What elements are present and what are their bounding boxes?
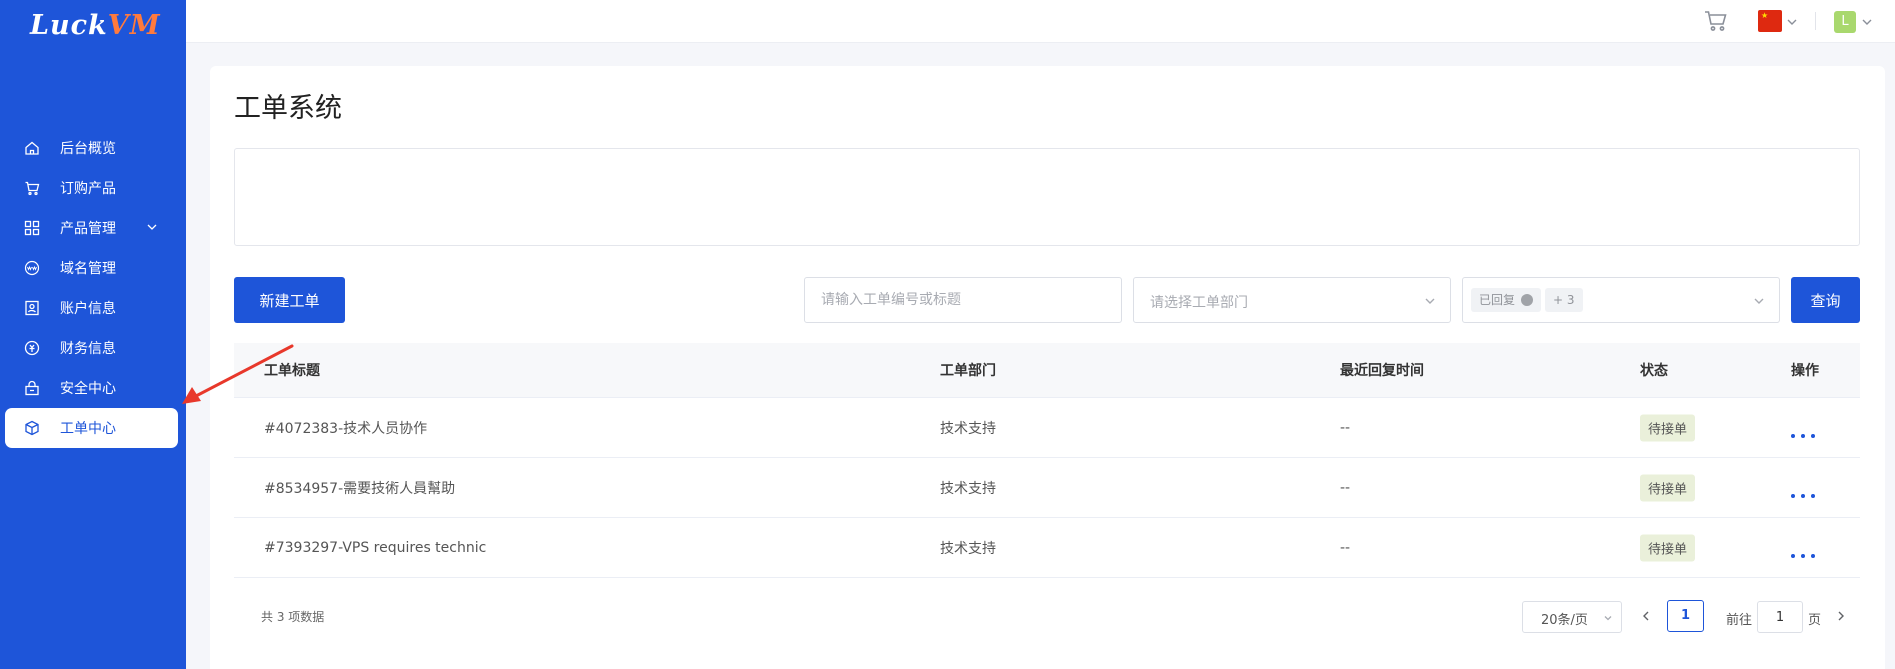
- sidebar-item-dashboard[interactable]: 后台概览: [0, 128, 186, 168]
- sidebar-item-label: 账户信息: [60, 301, 116, 317]
- column-header: 工单部门: [940, 363, 996, 379]
- table-row[interactable]: #7393297-VPS requires technic 技术支持 -- 待接…: [234, 518, 1860, 578]
- sidebar-item-tickets[interactable]: 工单中心: [5, 408, 178, 448]
- home-icon: [24, 140, 40, 156]
- cube-icon: [24, 420, 40, 436]
- ticket-title[interactable]: #8534957-需要技術人員幫助: [264, 478, 455, 498]
- page-size-select[interactable]: 20条/页: [1522, 601, 1622, 633]
- avatar[interactable]: L: [1834, 11, 1856, 33]
- sidebar-nav: 后台概览 订购产品 产品管理 域名管理 账户信息 财务信息 安全中心 工单中心: [0, 128, 186, 448]
- logo[interactable]: LuckVM: [30, 10, 161, 41]
- chevron-down-icon[interactable]: [1786, 16, 1798, 28]
- column-header: 最近回复时间: [1340, 363, 1424, 379]
- department-placeholder: 请选择工单部门: [1150, 295, 1248, 311]
- sidebar-item-label: 产品管理: [60, 221, 116, 237]
- ticket-last-reply: --: [1340, 539, 1351, 556]
- sidebar-item-label: 工单中心: [60, 421, 116, 437]
- notice-box: [234, 148, 1860, 246]
- page-number[interactable]: 1: [1667, 600, 1704, 632]
- goto-label: 前往: [1726, 613, 1753, 628]
- tickets-table: 工单标题 工单部门 最近回复时间 状态 操作 #4072383-技术人员协作 技…: [234, 343, 1860, 578]
- more-actions-icon[interactable]: [1791, 431, 1815, 441]
- table-row[interactable]: #8534957-需要技術人員幫助 技术支持 -- 待接单: [234, 458, 1860, 518]
- sidebar-item-domains[interactable]: 域名管理: [0, 248, 186, 288]
- status-badge: 待接单: [1640, 474, 1696, 501]
- sidebar-item-label: 后台概览: [60, 141, 116, 157]
- lock-icon: [24, 380, 40, 396]
- ticket-department: 技术支持: [940, 480, 996, 497]
- chevron-down-icon: [1425, 298, 1435, 304]
- page-size-value: 20条/页: [1541, 613, 1588, 628]
- www-icon: [24, 260, 40, 276]
- chevron-down-icon[interactable]: [1861, 16, 1873, 28]
- goto-page-input[interactable]: [1757, 601, 1803, 633]
- sidebar-item-label: 域名管理: [60, 261, 116, 277]
- sidebar: LuckVM 后台概览 订购产品 产品管理 域名管理 账户信息 财务信息 安全中…: [0, 0, 186, 669]
- ticket-last-reply: --: [1340, 419, 1351, 436]
- close-icon[interactable]: [1521, 294, 1534, 306]
- ticket-title[interactable]: #7393297-VPS requires technic: [264, 540, 486, 556]
- ticket-department: 技术支持: [940, 420, 996, 437]
- sidebar-item-security[interactable]: 安全中心: [0, 368, 186, 408]
- more-actions-icon[interactable]: [1791, 551, 1815, 561]
- sidebar-item-label: 订购产品: [60, 181, 116, 197]
- sidebar-item-label: 安全中心: [60, 381, 116, 397]
- status-badge: 待接单: [1640, 534, 1696, 561]
- ticket-title[interactable]: #4072383-技术人员协作: [264, 418, 427, 438]
- divider: [1815, 12, 1816, 30]
- coin-icon: [24, 340, 40, 356]
- user-card-icon: [24, 300, 40, 316]
- status-select[interactable]: 已回复 + 3: [1462, 277, 1780, 323]
- chevron-down-icon: [1754, 298, 1764, 304]
- more-actions-icon[interactable]: [1791, 491, 1815, 501]
- chevron-right-icon[interactable]: [1835, 609, 1847, 623]
- search-input[interactable]: [804, 277, 1122, 323]
- language-flag-icon[interactable]: ★: [1758, 10, 1782, 32]
- sidebar-item-order[interactable]: 订购产品: [0, 168, 186, 208]
- table-row[interactable]: #4072383-技术人员协作 技术支持 -- 待接单: [234, 398, 1860, 458]
- cart-icon: [24, 180, 40, 196]
- goto-unit: 页: [1808, 613, 1822, 628]
- chevron-down-icon: [147, 224, 157, 230]
- sidebar-item-products[interactable]: 产品管理: [0, 208, 186, 248]
- more-tags-badge: + 3: [1545, 288, 1583, 312]
- total-count: 共 3 项数据: [261, 610, 325, 624]
- ticket-last-reply: --: [1340, 479, 1351, 496]
- department-select[interactable]: 请选择工单部门: [1133, 277, 1451, 323]
- annotation-arrow: [182, 344, 294, 404]
- new-ticket-button[interactable]: 新建工单: [234, 277, 345, 323]
- chevron-left-icon[interactable]: [1640, 609, 1652, 623]
- cart-icon[interactable]: [1704, 10, 1728, 32]
- column-header: 状态: [1640, 363, 1668, 379]
- table-header: 工单标题 工单部门 最近回复时间 状态 操作: [234, 343, 1860, 398]
- chevron-down-icon: [1604, 616, 1612, 621]
- grid-icon: [24, 220, 40, 236]
- column-header: 操作: [1791, 363, 1819, 379]
- status-tag: 已回复: [1471, 288, 1542, 312]
- query-button[interactable]: 查询: [1791, 277, 1860, 323]
- sidebar-item-account[interactable]: 账户信息: [0, 288, 186, 328]
- topbar: [186, 0, 1895, 43]
- sidebar-item-finance[interactable]: 财务信息: [0, 328, 186, 368]
- sidebar-item-label: 财务信息: [60, 341, 116, 357]
- status-badge: 待接单: [1640, 414, 1696, 441]
- ticket-department: 技术支持: [940, 540, 996, 557]
- page-title: 工单系统: [234, 93, 342, 124]
